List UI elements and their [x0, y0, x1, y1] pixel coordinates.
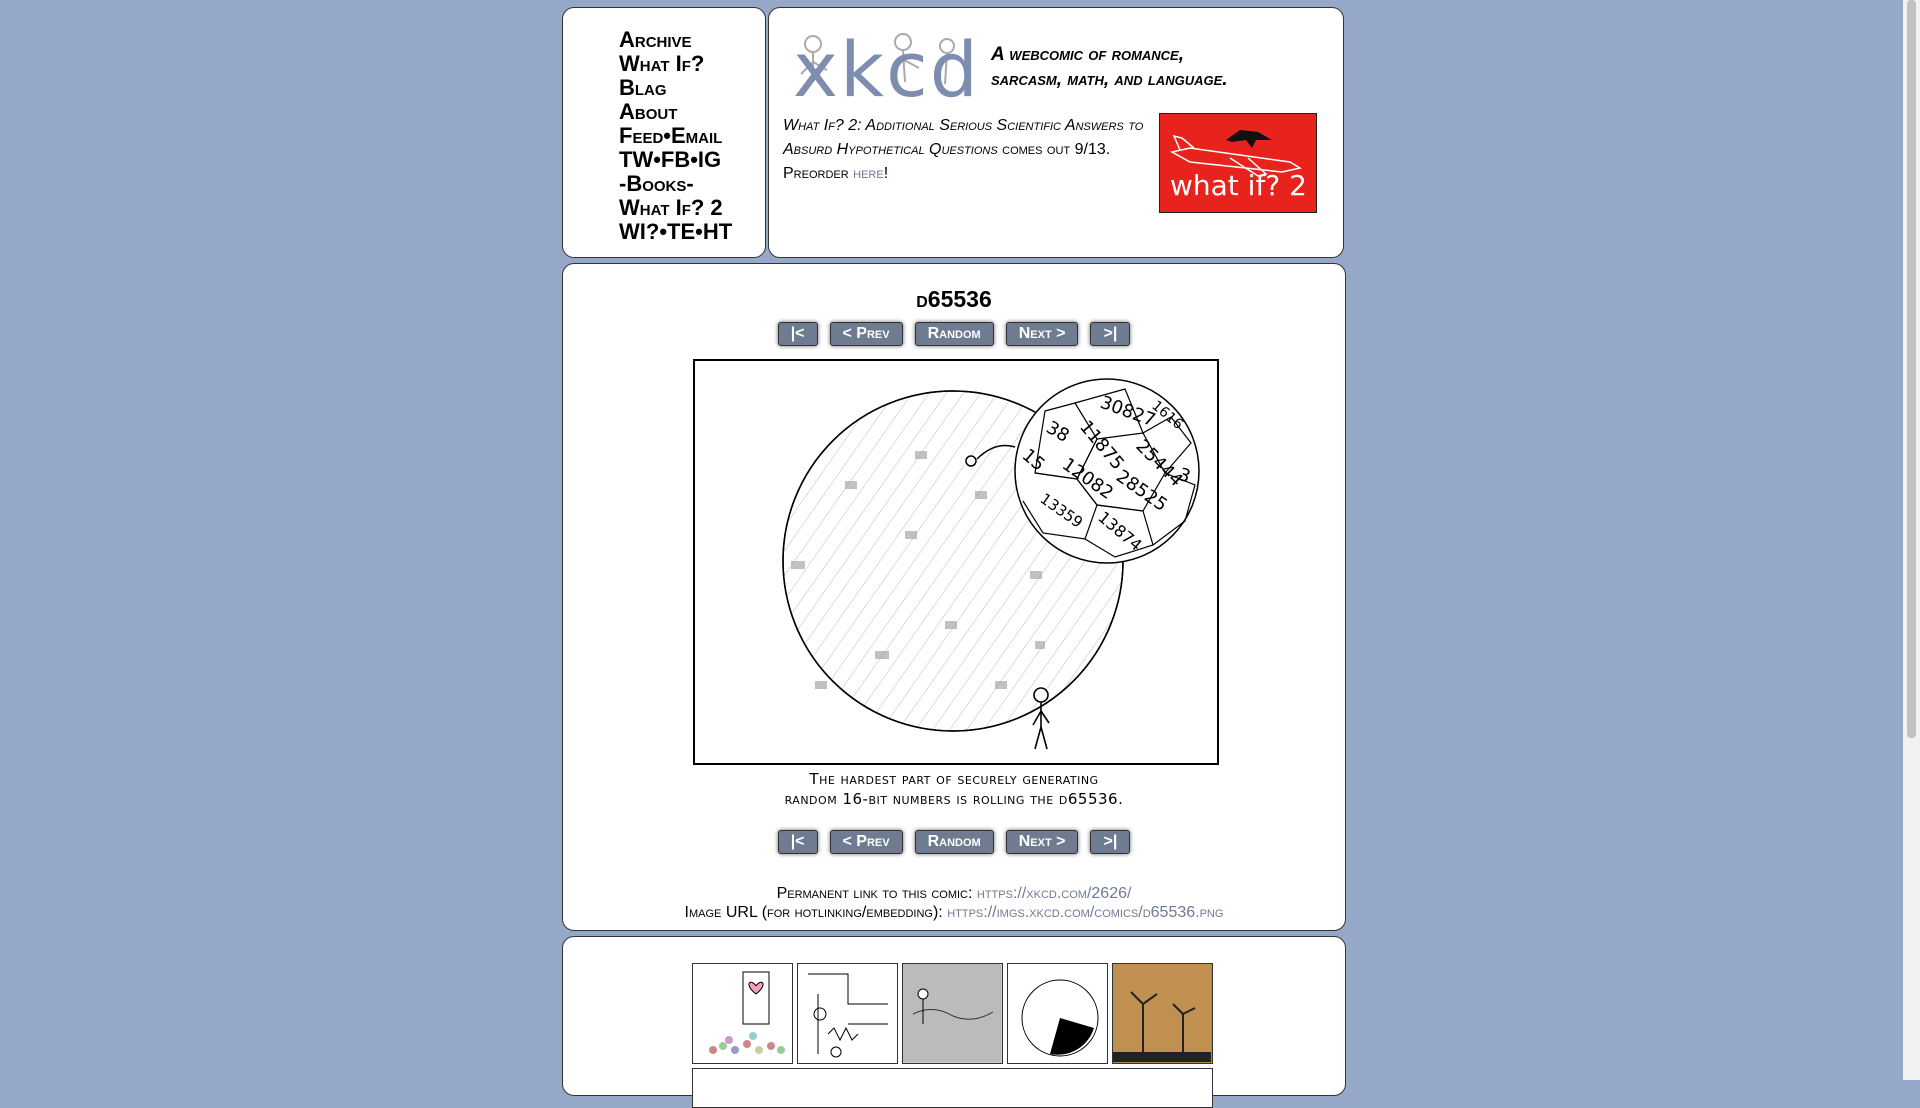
promo-image-text: what if? 2 [1170, 169, 1307, 202]
next-comic-button[interactable]: Next > [1005, 830, 1079, 854]
thumbnail-pie-comic[interactable] [1007, 963, 1108, 1064]
comic-links: Permanent link to this comic: https://xk… [563, 884, 1345, 922]
thumbnail-row-2[interactable] [692, 1068, 1213, 1108]
header-panel: xkcd A webcomic of romance, sarcasm, mat… [768, 7, 1344, 258]
promo-text: What If? 2: Additional Serious Scientifi… [783, 114, 1163, 186]
menu-item-wi-te-ht[interactable]: WI?•TE•HT [619, 220, 732, 244]
zoomed-die: 30827 1616 38 11875 25444 15 12082 28525… [1014, 378, 1200, 564]
thumbnail-heart-comic[interactable] [692, 963, 793, 1064]
logo-text: xkcd [793, 25, 981, 114]
promo-line-3: Preorder here! [783, 162, 1163, 186]
menu-link-about[interactable]: About [619, 99, 677, 124]
menu-item-what-if-2[interactable]: What If? 2 [619, 196, 732, 220]
permalink-row: Permanent link to this comic: https://xk… [563, 884, 1345, 903]
menu-link-wi-te-ht[interactable]: WI?•TE•HT [619, 219, 732, 244]
caption-line-2: random 16-bit numbers is rolling the d65… [784, 790, 1124, 808]
thumbnail-circuit-comic[interactable] [797, 963, 898, 1064]
scrollbar-thumb[interactable] [1907, 0, 1916, 738]
menu-link-what-if-2[interactable]: What If? 2 [619, 195, 723, 220]
menu-link-feed-email[interactable]: Feed•Email [619, 123, 722, 148]
xkcd-logo[interactable]: xkcd [783, 22, 978, 112]
menu-item-archive[interactable]: Archive [619, 28, 732, 52]
preorder-link[interactable]: here [853, 165, 884, 182]
comic-image: 30827 1616 38 11875 25444 15 12082 28525… [693, 359, 1219, 765]
menu-link-blag[interactable]: Blag [619, 75, 667, 100]
comic-caption: The hardest part of securely generating … [563, 769, 1345, 809]
thumbnail-gray-comic[interactable] [902, 963, 1003, 1064]
image-url-label: Image URL (for hotlinking/embedding): [684, 904, 948, 921]
main-menu: Archive What If? Blag About Feed•Email T… [619, 28, 732, 244]
thumbnail-wind-turbines[interactable] [1112, 963, 1213, 1064]
slogan-line-2: sarcasm, math, and language. [991, 69, 1228, 90]
slogan-line-1: A webcomic of romance, [991, 44, 1185, 65]
first-comic-button[interactable]: |< [777, 322, 818, 346]
menu-item-about[interactable]: About [619, 100, 732, 124]
random-comic-button[interactable]: Random [914, 322, 994, 346]
thumbnails-panel [562, 936, 1346, 1108]
prev-comic-button[interactable]: < Prev [829, 830, 903, 854]
image-url-link[interactable]: https://imgs.xkcd.com/comics/d65536.png [947, 904, 1223, 921]
promo-release-date: comes out 9/13. [997, 141, 1111, 158]
promo-exclaim: ! [883, 165, 889, 182]
caption-line-1: The hardest part of securely generating [809, 770, 1099, 788]
menu-link-archive[interactable]: Archive [619, 27, 692, 52]
permalink-link[interactable]: https://xkcd.com/2626/ [977, 885, 1132, 902]
menu-link-what-if[interactable]: What If? [619, 51, 704, 76]
menu-panel: Archive What If? Blag About Feed•Email T… [562, 7, 766, 258]
slogan: A webcomic of romance, sarcasm, math, an… [991, 42, 1291, 92]
promo-preorder-label: Preorder [783, 165, 854, 182]
menu-link-social[interactable]: TW•FB•IG [619, 147, 721, 172]
prev-comic-button[interactable]: < Prev [829, 322, 903, 346]
promo-line-1: What If? 2: Additional Serious Scientifi… [783, 117, 1144, 134]
page-scrollbar[interactable] [1903, 0, 1920, 1080]
comic-panel: d65536 |< < Prev Random Next > >| 30827 … [562, 263, 1346, 931]
promo-book-subtitle: Absurd Hypothetical Questions [783, 141, 998, 158]
zoom-point [965, 455, 977, 467]
menu-item-feed-email[interactable]: Feed•Email [619, 124, 732, 148]
menu-item-what-if[interactable]: What If? [619, 52, 732, 76]
permalink-label: Permanent link to this comic: [776, 885, 977, 902]
comic-nav-top: |< < Prev Random Next > >| [563, 322, 1345, 346]
menu-item-social[interactable]: TW•FB•IG [619, 148, 732, 172]
random-comic-button[interactable]: Random [914, 830, 994, 854]
menu-item-books[interactable]: -Books- [619, 172, 732, 196]
promo-line-2: Absurd Hypothetical Questions comes out … [783, 138, 1163, 162]
what-if-2-promo-image[interactable]: what if? 2 [1159, 113, 1317, 213]
last-comic-button[interactable]: >| [1090, 322, 1131, 346]
last-comic-button[interactable]: >| [1090, 830, 1131, 854]
menu-item-blag[interactable]: Blag [619, 76, 732, 100]
comic-title: d65536 [916, 286, 992, 312]
stick-figure [1032, 687, 1050, 750]
image-url-row: Image URL (for hotlinking/embedding): ht… [563, 903, 1345, 922]
menu-link-books[interactable]: -Books- [619, 171, 694, 196]
first-comic-button[interactable]: |< [777, 830, 818, 854]
next-comic-button[interactable]: Next > [1005, 322, 1079, 346]
comic-drawing: 30827 1616 38 11875 25444 15 12082 28525… [782, 378, 1200, 750]
comic-nav-bottom: |< < Prev Random Next > >| [563, 830, 1345, 854]
